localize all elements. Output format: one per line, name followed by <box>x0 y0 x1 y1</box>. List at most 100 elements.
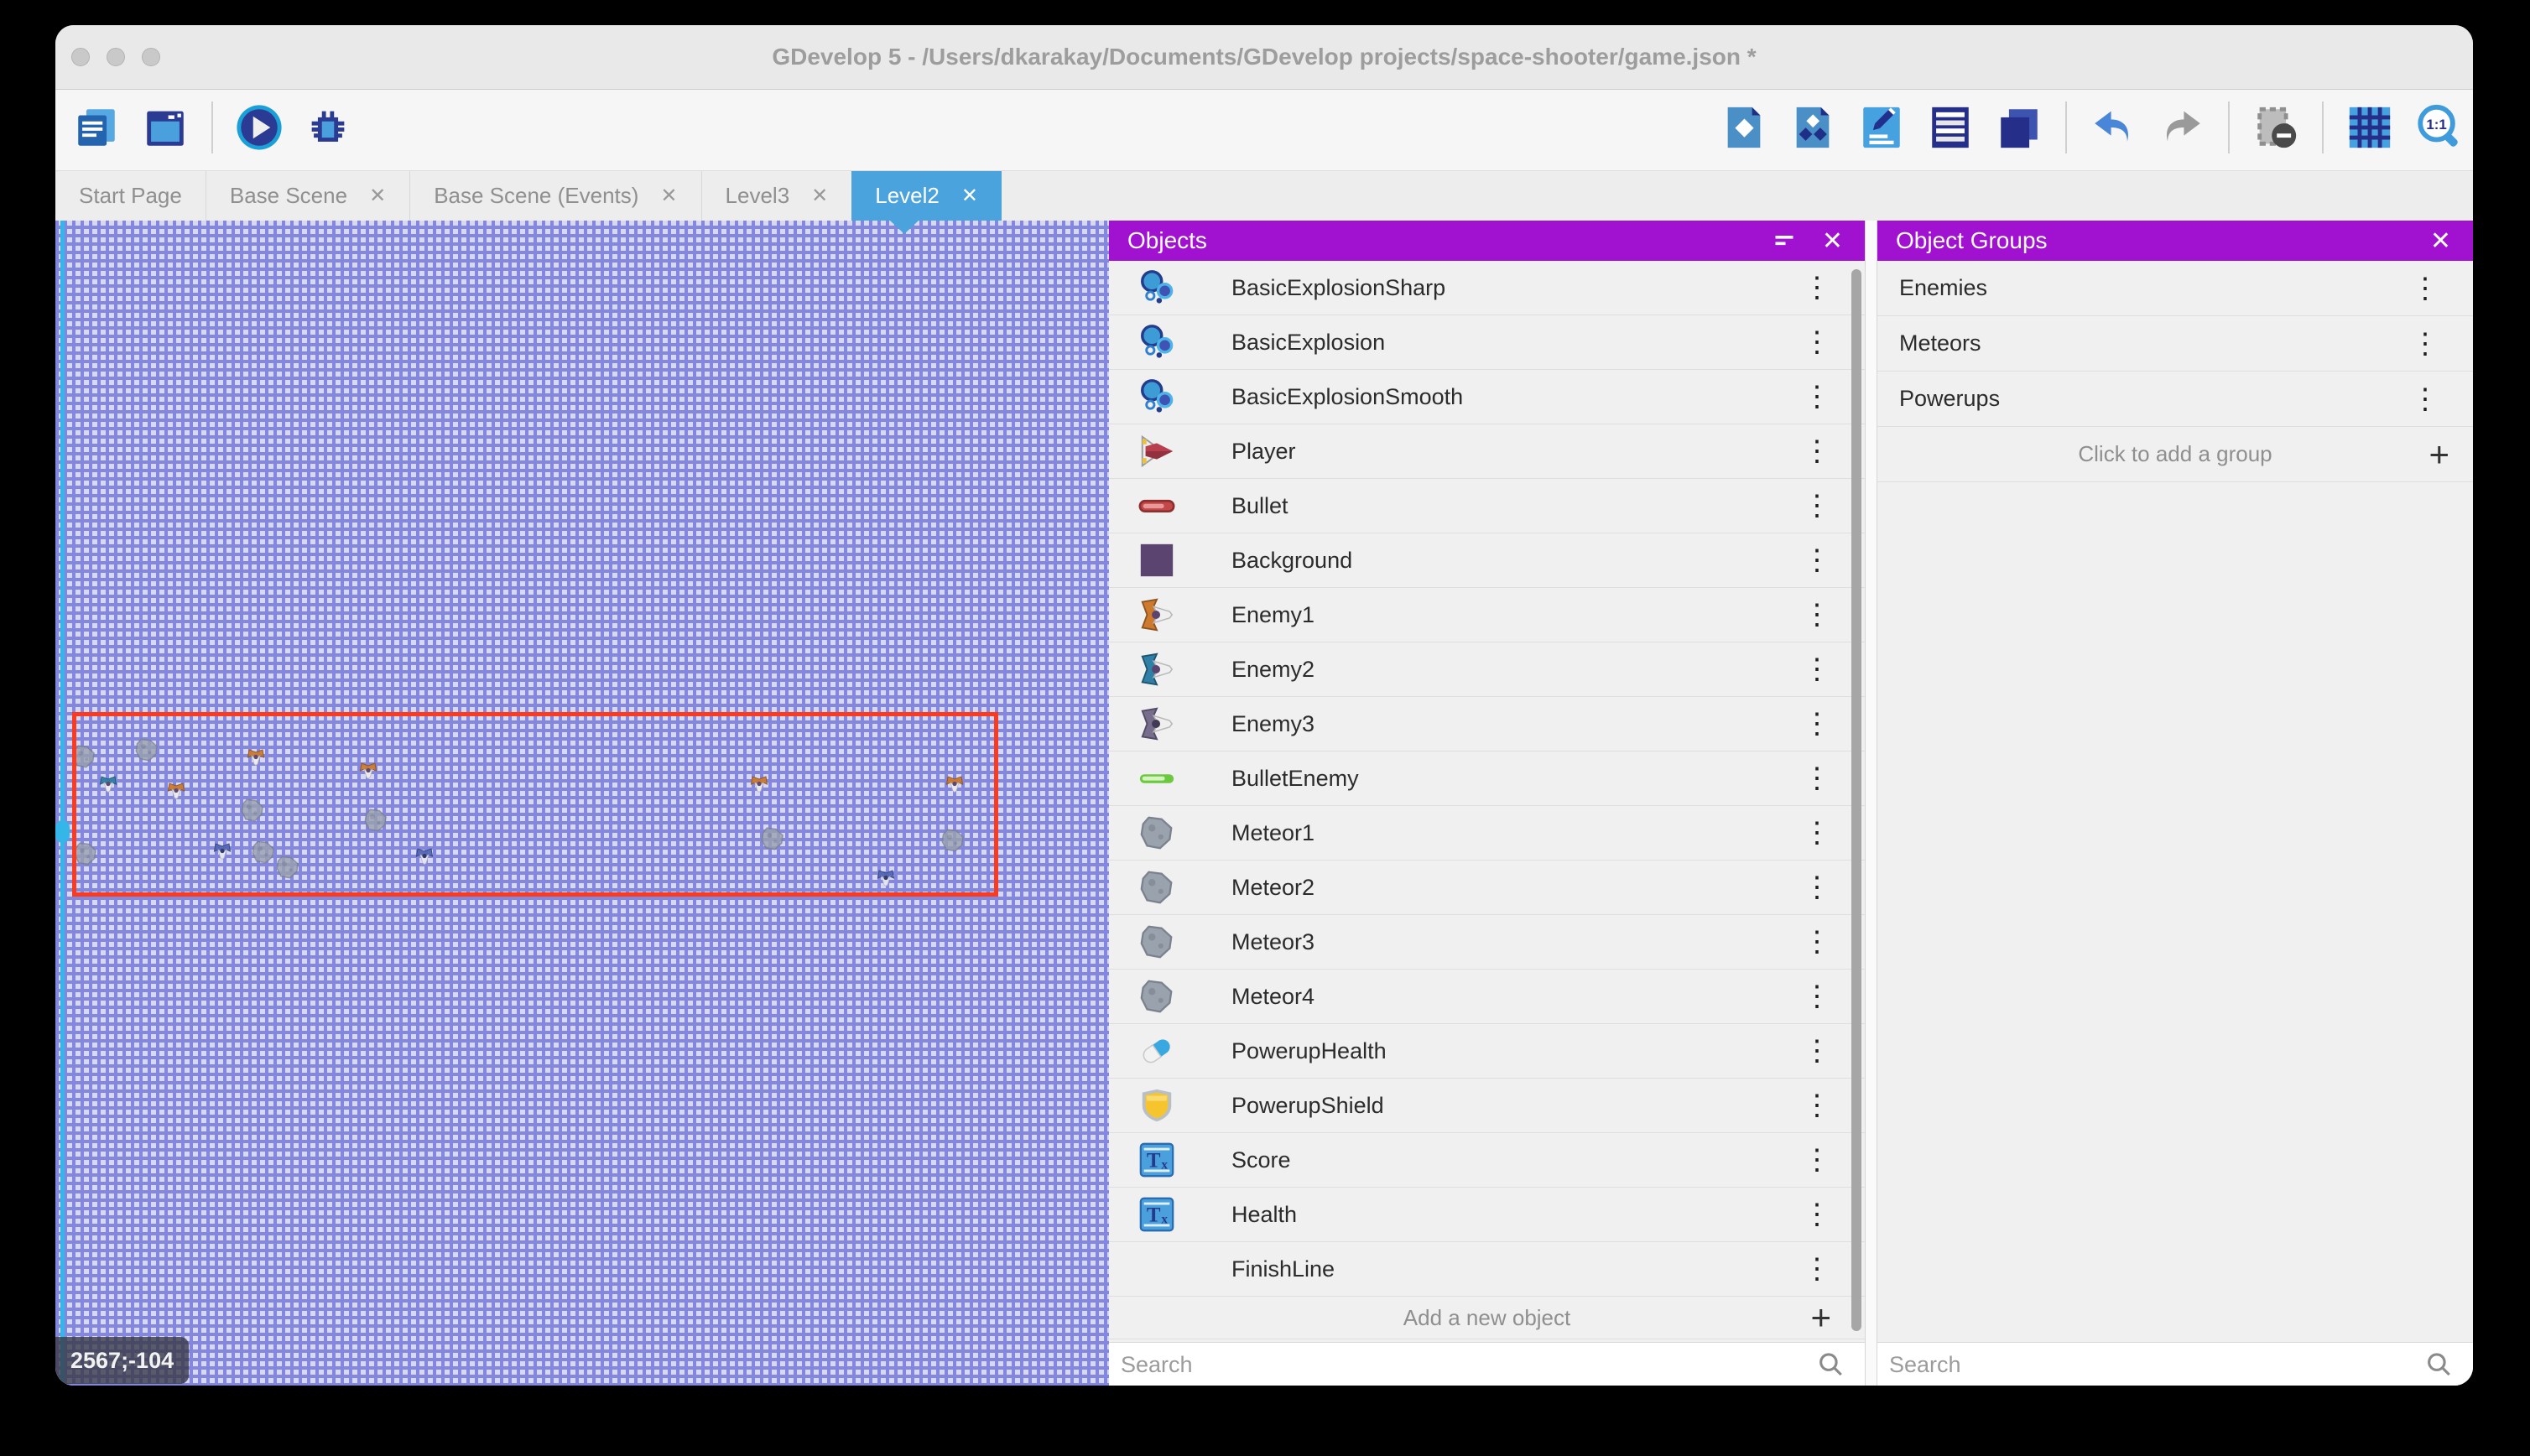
properties-card-icon <box>1857 103 1906 152</box>
project-manager-button[interactable] <box>70 101 122 153</box>
object-menu-button[interactable]: ⋮ <box>1803 982 1831 1011</box>
object-row-score[interactable]: TxScore⋮ <box>1109 1133 1865 1188</box>
object-label: Enemy1 <box>1231 602 1803 628</box>
player-ship-icon <box>1137 432 1176 471</box>
object-groups-panel: Object Groups ✕ Enemies⋮Meteors⋮Powerups… <box>1877 221 2473 1386</box>
object-menu-button[interactable]: ⋮ <box>1803 1037 1831 1065</box>
object-menu-button[interactable]: ⋮ <box>1803 491 1831 520</box>
object-menu-button[interactable]: ⋮ <box>1803 273 1831 302</box>
object-menu-button[interactable]: ⋮ <box>1803 1091 1831 1120</box>
open-scene-editors-button[interactable] <box>139 101 191 153</box>
filter-icon[interactable] <box>1772 226 1802 256</box>
panel-divider[interactable] <box>1865 221 1877 1386</box>
object-menu-button[interactable]: ⋮ <box>1803 437 1831 465</box>
open-instances-list-button[interactable] <box>1924 101 1976 153</box>
object-menu-button[interactable]: ⋮ <box>1803 382 1831 411</box>
object-label: PowerupHealth <box>1231 1038 1803 1064</box>
open-objects-panel-button[interactable] <box>1718 101 1770 153</box>
background-swatch-icon <box>1137 541 1176 580</box>
group-menu-button[interactable]: ⋮ <box>2411 330 2439 358</box>
object-row-enemy2[interactable]: Enemy2⋮ <box>1109 642 1865 697</box>
tab-close-icon[interactable]: ✕ <box>811 184 828 208</box>
enemy-orange-icon <box>1137 595 1176 634</box>
object-menu-button[interactable]: ⋮ <box>1803 873 1831 902</box>
debug-button[interactable] <box>302 101 354 153</box>
bullet-red-icon <box>1137 486 1176 525</box>
object-row-basicexplosion[interactable]: BasicExplosion⋮ <box>1109 315 1865 370</box>
object-row-enemy3[interactable]: Enemy3⋮ <box>1109 697 1865 751</box>
object-menu-button[interactable]: ⋮ <box>1803 928 1831 956</box>
object-row-enemy1[interactable]: Enemy1⋮ <box>1109 588 1865 642</box>
add-group-button[interactable]: Click to add a group + <box>1877 427 2473 482</box>
group-row-meteors[interactable]: Meteors⋮ <box>1877 316 2473 372</box>
object-row-health[interactable]: TxHealth⋮ <box>1109 1188 1865 1242</box>
tab-close-icon[interactable]: ✕ <box>369 184 386 208</box>
object-row-player[interactable]: Player⋮ <box>1109 424 1865 479</box>
toggle-grid-button[interactable] <box>2344 101 2396 153</box>
selection-rectangle[interactable] <box>72 712 998 897</box>
cursor-coordinates: 2567;-104 <box>55 1337 189 1384</box>
group-row-powerups[interactable]: Powerups⋮ <box>1877 372 2473 427</box>
object-menu-button[interactable]: ⋮ <box>1803 655 1831 684</box>
object-row-meteor2[interactable]: Meteor2⋮ <box>1109 861 1865 915</box>
object-row-bulletenemy[interactable]: BulletEnemy⋮ <box>1109 751 1865 806</box>
finishline-instance[interactable] <box>60 221 65 1386</box>
object-menu-button[interactable]: ⋮ <box>1803 328 1831 356</box>
none-icon <box>1137 1250 1176 1288</box>
open-properties-panel-button[interactable] <box>1856 101 1908 153</box>
object-menu-button[interactable]: ⋮ <box>1803 819 1831 847</box>
object-menu-button[interactable]: ⋮ <box>1803 601 1831 629</box>
tab-close-icon[interactable]: ✕ <box>660 184 677 208</box>
toolbar-separator <box>2322 101 2324 153</box>
redo-button[interactable] <box>2156 101 2208 153</box>
close-objects-panel-icon[interactable]: ✕ <box>1822 226 1843 256</box>
group-row-enemies[interactable]: Enemies⋮ <box>1877 261 2473 316</box>
preview-play-button[interactable] <box>233 101 285 153</box>
object-menu-button[interactable]: ⋮ <box>1803 1200 1831 1229</box>
open-layers-panel-button[interactable] <box>1993 101 2045 153</box>
tab-level2[interactable]: Level2✕ <box>851 171 1002 221</box>
scene-canvas[interactable]: 2567;-104 <box>55 221 1109 1386</box>
finishline-handle[interactable] <box>55 820 70 843</box>
zoom-original-button[interactable]: 1:1 <box>2413 101 2465 153</box>
add-object-button[interactable]: Add a new object + <box>1109 1297 1865 1339</box>
object-label: Meteor1 <box>1231 820 1803 846</box>
object-row-poweruphealth[interactable]: PowerupHealth⋮ <box>1109 1024 1865 1079</box>
object-row-bullet[interactable]: Bullet⋮ <box>1109 479 1865 533</box>
object-menu-button[interactable]: ⋮ <box>1803 1255 1831 1283</box>
object-row-background[interactable]: Background⋮ <box>1109 533 1865 588</box>
object-menu-button[interactable]: ⋮ <box>1803 546 1831 575</box>
open-object-groups-panel-button[interactable] <box>1787 101 1839 153</box>
tab-base-scene-events[interactable]: Base Scene (Events)✕ <box>409 171 700 221</box>
plus-icon: + <box>1810 1300 1831 1335</box>
object-row-finishline[interactable]: FinishLine⋮ <box>1109 1242 1865 1297</box>
groups-search-input[interactable] <box>1877 1343 2473 1386</box>
tab-start-page[interactable]: Start Page <box>55 171 206 221</box>
object-row-basicexplosionsmooth[interactable]: BasicExplosionSmooth⋮ <box>1109 370 1865 424</box>
toggle-window-mask-button[interactable] <box>2250 101 2302 153</box>
svg-text:T: T <box>1147 1150 1161 1173</box>
object-row-meteor4[interactable]: Meteor4⋮ <box>1109 970 1865 1024</box>
objects-scrollbar[interactable] <box>1851 269 1861 1331</box>
close-object-groups-panel-icon[interactable]: ✕ <box>2430 226 2451 256</box>
object-menu-button[interactable]: ⋮ <box>1803 710 1831 738</box>
grid-icon <box>2345 103 2394 152</box>
object-row-meteor1[interactable]: Meteor1⋮ <box>1109 806 1865 861</box>
object-row-powerupshield[interactable]: PowerupShield⋮ <box>1109 1079 1865 1133</box>
objects-search-input[interactable] <box>1109 1343 1865 1386</box>
object-menu-button[interactable]: ⋮ <box>1803 764 1831 793</box>
tab-base-scene[interactable]: Base Scene✕ <box>206 171 409 221</box>
object-groups-list: Enemies⋮Meteors⋮Powerups⋮ <box>1877 261 2473 427</box>
tab-close-icon[interactable]: ✕ <box>961 184 978 208</box>
object-menu-button[interactable]: ⋮ <box>1803 1146 1831 1174</box>
undo-button[interactable] <box>2087 101 2139 153</box>
group-menu-button[interactable]: ⋮ <box>2411 274 2439 303</box>
object-row-meteor3[interactable]: Meteor3⋮ <box>1109 915 1865 970</box>
meteor-icon <box>1137 814 1176 852</box>
group-menu-button[interactable]: ⋮ <box>2411 385 2439 413</box>
object-groups-panel-title: Object Groups <box>1877 227 2430 254</box>
object-label: BasicExplosionSharp <box>1231 275 1803 301</box>
tab-level3[interactable]: Level3✕ <box>701 171 852 221</box>
objects-search-row <box>1109 1342 1865 1386</box>
object-row-basicexplosionsharp[interactable]: BasicExplosionSharp⋮ <box>1109 261 1865 315</box>
